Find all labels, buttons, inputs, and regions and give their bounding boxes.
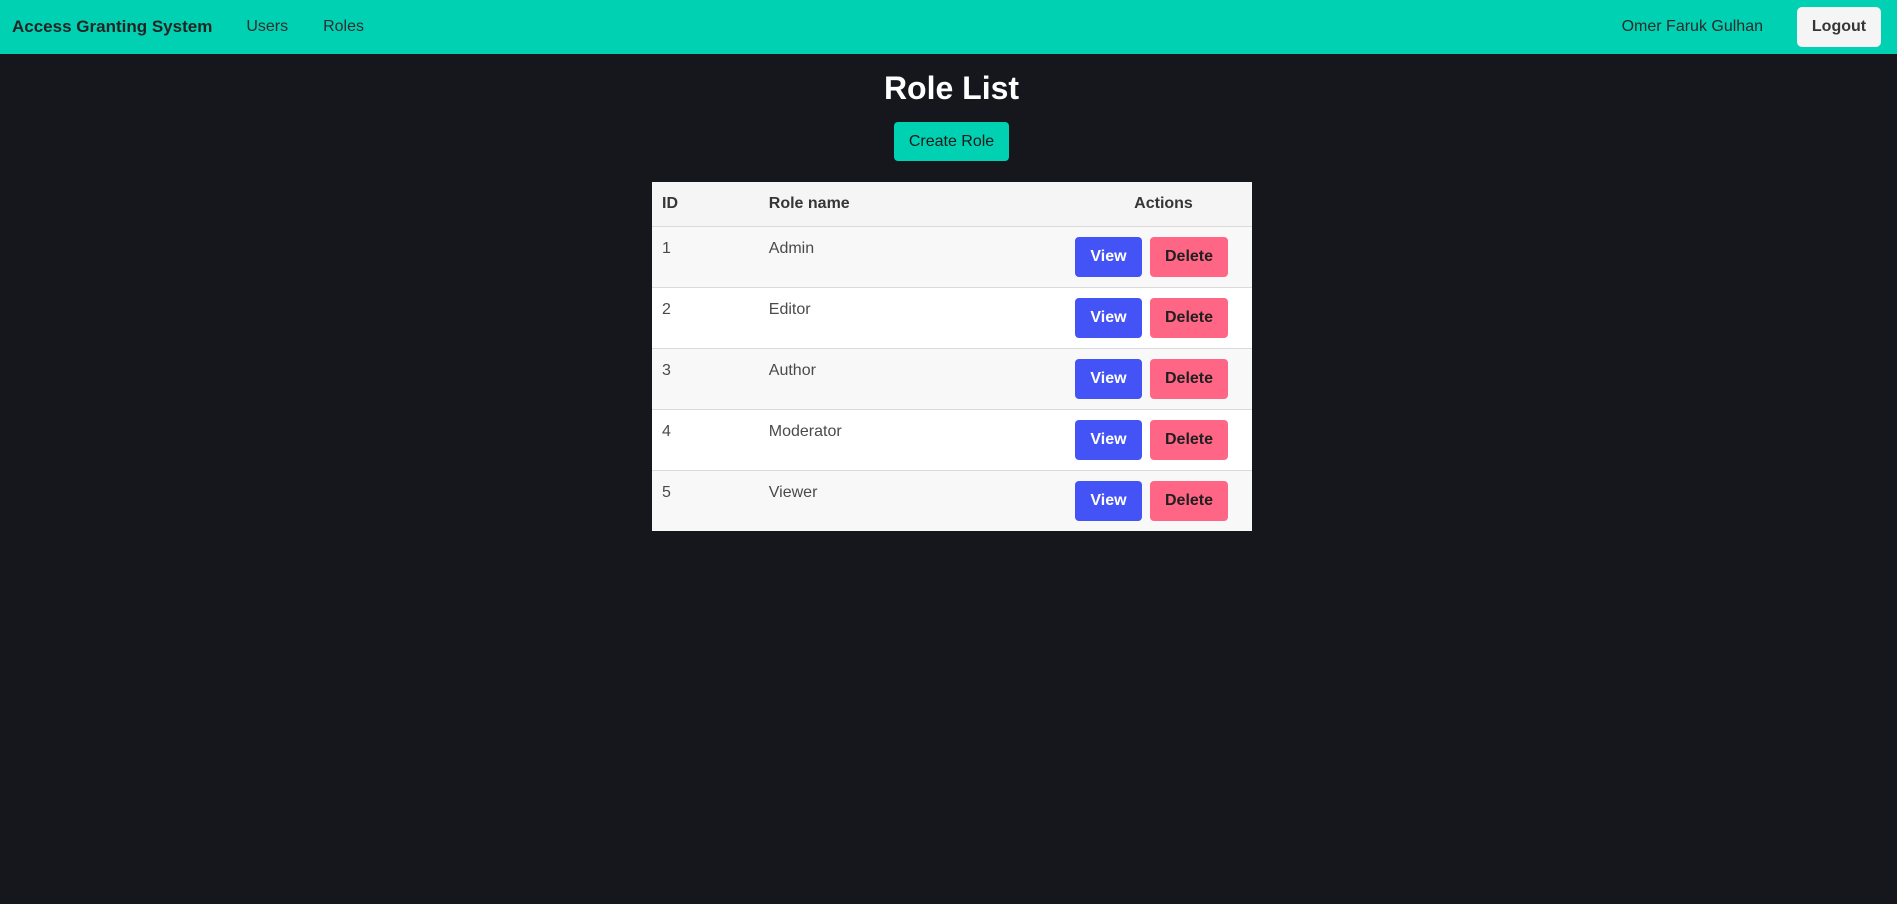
- view-role-button[interactable]: View: [1075, 297, 1142, 338]
- table-row: 2 Editor View Delete: [652, 287, 1252, 349]
- table-header-row: ID Role name Actions: [652, 182, 1252, 227]
- role-name: Viewer: [768, 483, 818, 501]
- logout-button[interactable]: Logout: [1797, 7, 1881, 47]
- view-role-button[interactable]: View: [1075, 480, 1142, 521]
- column-header-id: ID: [652, 182, 759, 227]
- role-id: 2: [652, 287, 759, 349]
- create-role-button[interactable]: Create Role: [894, 122, 1009, 161]
- delete-role-button[interactable]: Delete: [1150, 419, 1228, 460]
- nav-link-users[interactable]: Users: [246, 18, 288, 36]
- table-row: 5 Viewer View Delete: [652, 470, 1252, 531]
- delete-role-button[interactable]: Delete: [1150, 358, 1228, 399]
- column-header-role-name: Role name: [758, 182, 1075, 227]
- delete-role-button[interactable]: Delete: [1150, 236, 1228, 277]
- view-role-button[interactable]: View: [1075, 236, 1142, 277]
- role-name: Editor: [758, 287, 1075, 349]
- row-actions: View Delete: [1075, 470, 1252, 531]
- row-actions: View Delete: [1075, 226, 1252, 288]
- role-name: Admin: [758, 226, 1075, 288]
- role-id: 4: [652, 409, 759, 471]
- current-user-name: Omer Faruk Gulhan: [1621, 18, 1763, 35]
- role-id: 1: [652, 226, 759, 288]
- table-row: 1 Admin View Delete: [652, 226, 1252, 288]
- nav-link-roles[interactable]: Roles: [323, 18, 364, 36]
- navbar: Access Granting System Users Roles Omer …: [0, 0, 1897, 54]
- role-name: Moderator: [758, 409, 1075, 471]
- view-role-button[interactable]: View: [1075, 358, 1142, 399]
- role-id: 3: [652, 348, 759, 410]
- column-header-actions: Actions: [1075, 182, 1252, 227]
- table-row: 3 Author View Delete: [652, 348, 1252, 410]
- row-actions: View Delete: [1075, 287, 1252, 349]
- table-row: 4 Moderator View Delete: [652, 409, 1252, 471]
- delete-role-button[interactable]: Delete: [1150, 480, 1228, 521]
- page-title: Role List: [883, 70, 1020, 106]
- brand-title[interactable]: Access Granting System: [12, 17, 212, 37]
- view-role-button[interactable]: View: [1075, 419, 1142, 460]
- row-actions: View Delete: [1075, 348, 1252, 410]
- role-name: Author: [758, 348, 1075, 410]
- role-table: ID Role name Actions 1 Admin View Delete …: [652, 182, 1252, 531]
- row-actions: View Delete: [1075, 409, 1252, 471]
- role-id: 5: [662, 483, 671, 501]
- delete-role-button[interactable]: Delete: [1150, 297, 1228, 338]
